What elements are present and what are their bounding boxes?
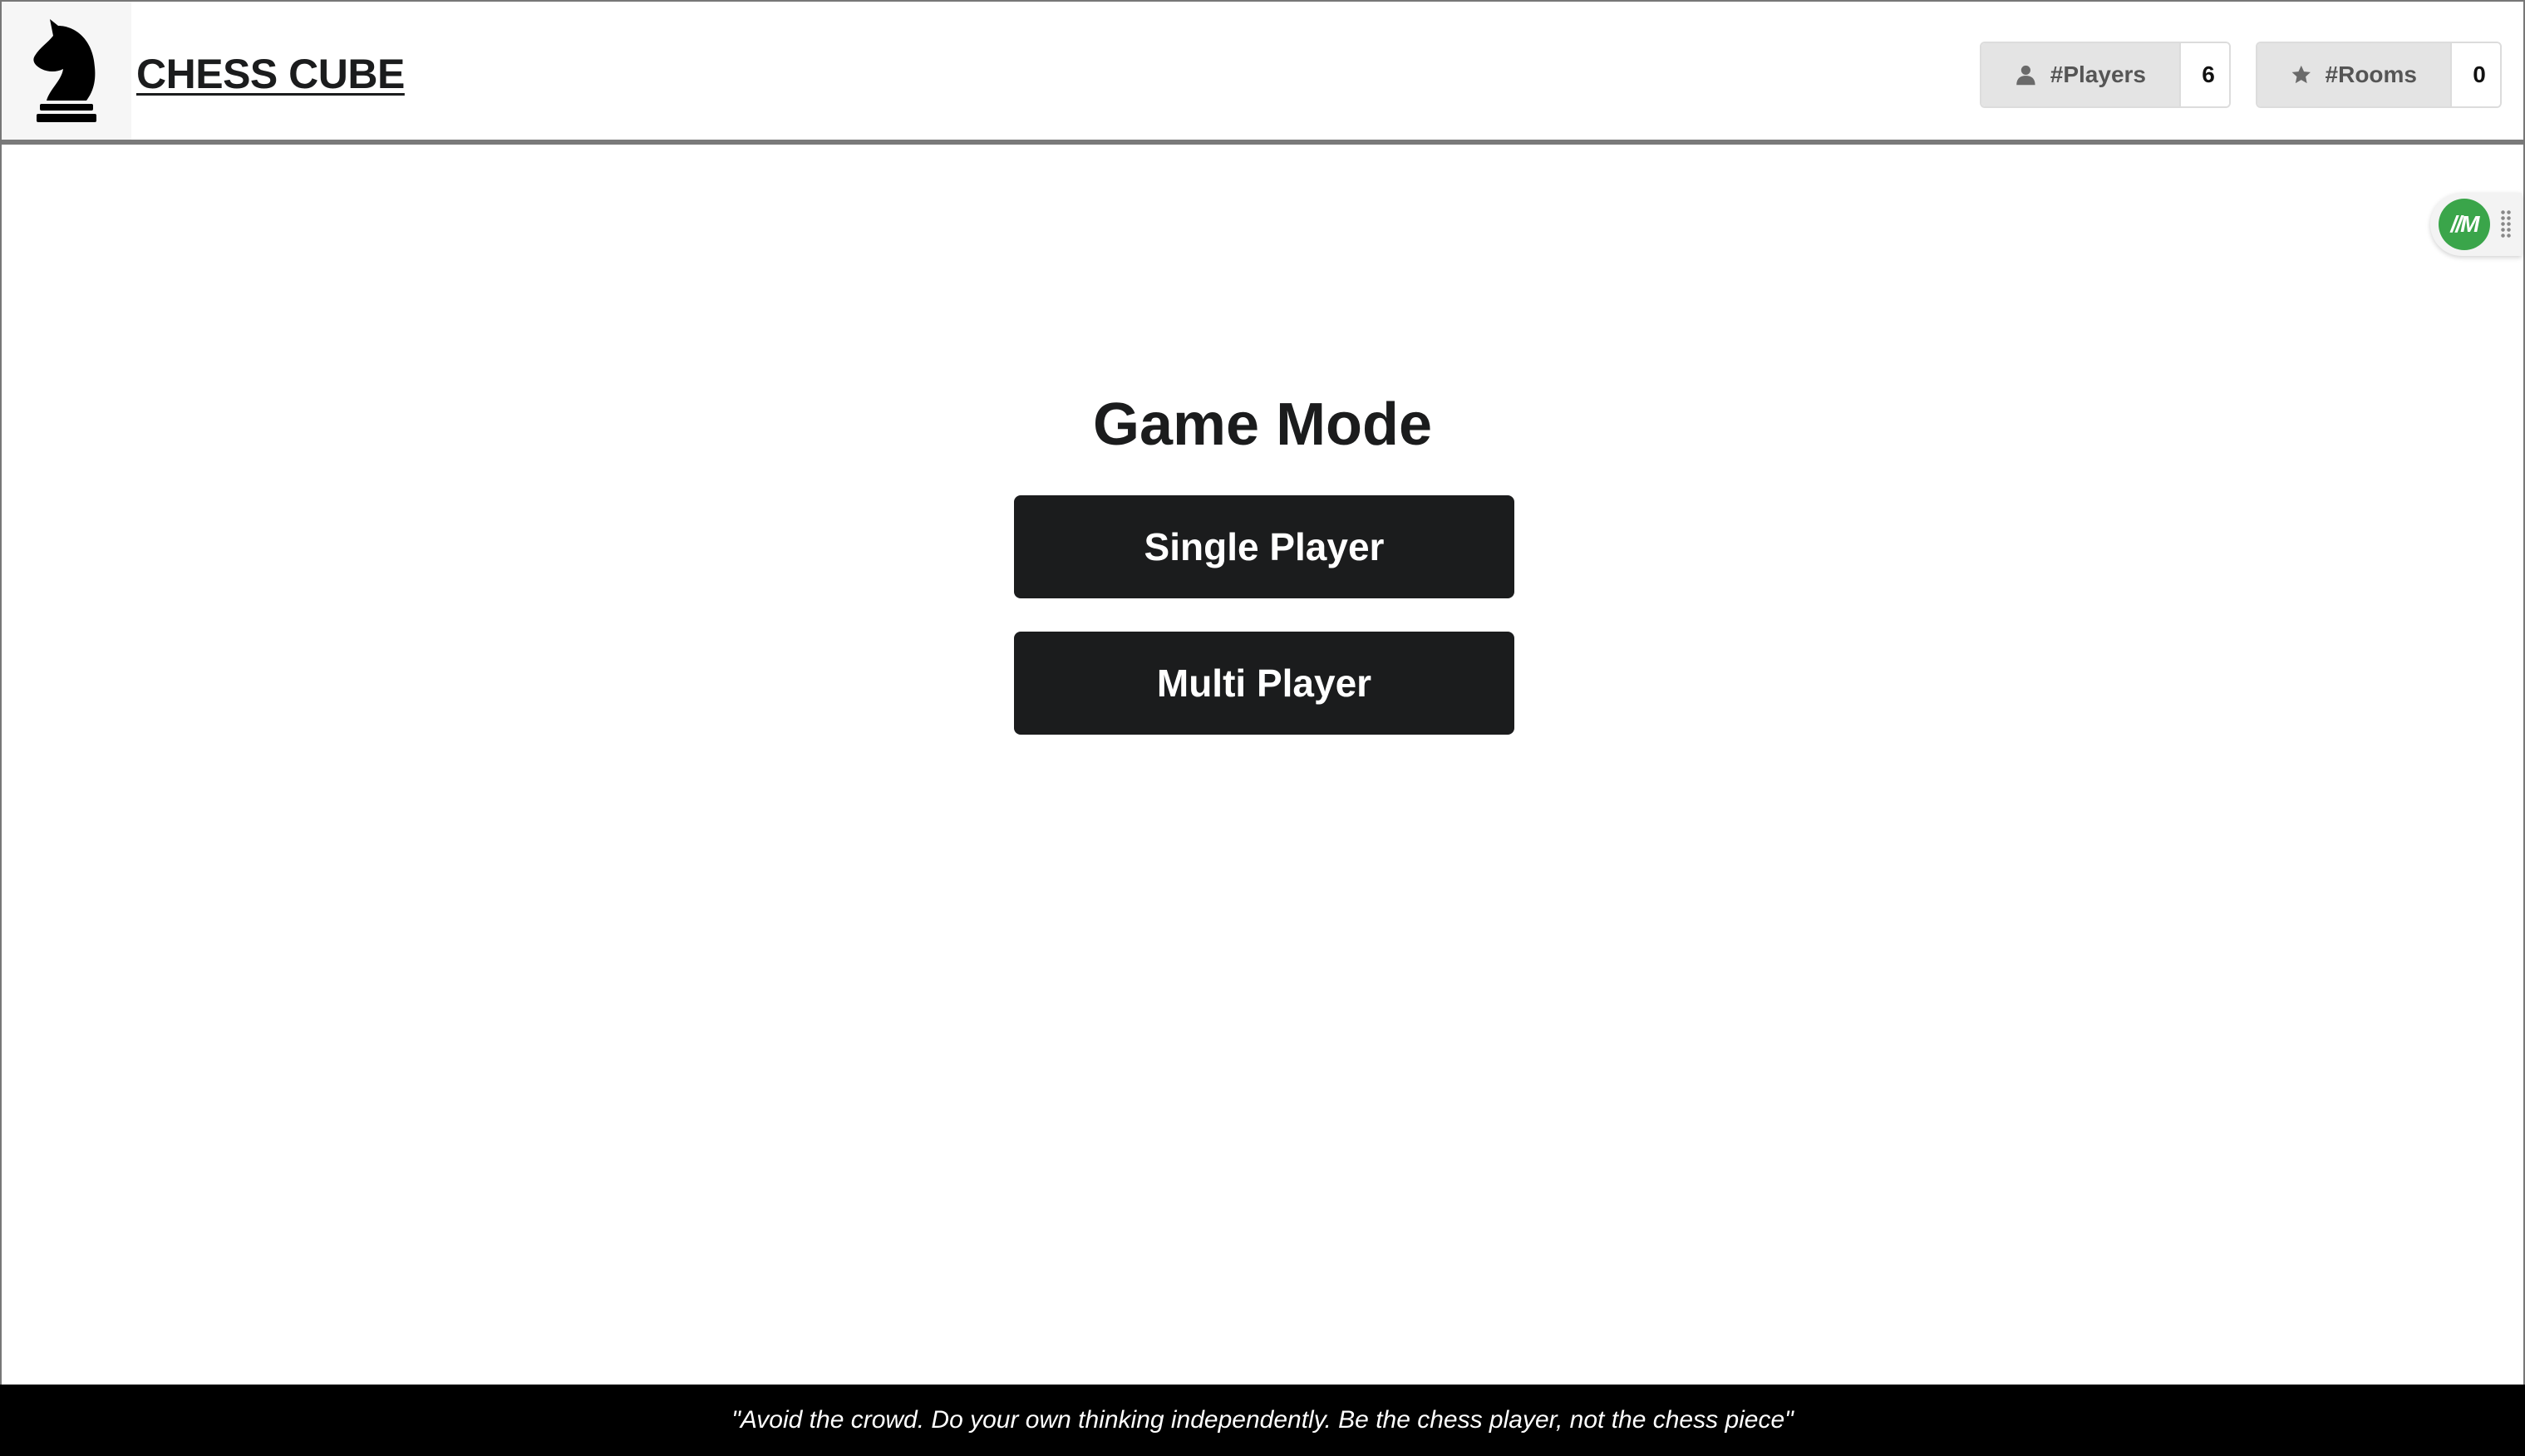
- user-icon: [2016, 65, 2035, 86]
- rooms-label-text: #Rooms: [2325, 61, 2417, 87]
- chess-knight-icon: [33, 19, 96, 122]
- brand-link[interactable]: CHESS CUBE: [136, 50, 405, 98]
- players-stat-label: #Players: [1981, 43, 2179, 106]
- star-icon: [2291, 65, 2311, 84]
- page-title: Game Mode: [1092, 391, 1433, 458]
- logo[interactable]: [2, 2, 131, 140]
- top-header: CHESS CUBE #Players 6 #Rooms 0: [2, 2, 2523, 145]
- players-stat: #Players 6: [1980, 42, 2231, 108]
- rooms-stat: #Rooms 0: [2256, 42, 2502, 108]
- page: CHESS CUBE #Players 6 #Rooms 0 //M Game …: [0, 0, 2525, 1456]
- multi-player-button[interactable]: Multi Player: [1014, 632, 1514, 735]
- extension-widget[interactable]: //M: [2430, 193, 2522, 256]
- rooms-count: 0: [2450, 43, 2500, 106]
- players-label-text: #Players: [2050, 61, 2146, 87]
- footer-quote: "Avoid the crowd. Do your own thinking i…: [731, 1406, 1794, 1434]
- single-player-button[interactable]: Single Player: [1014, 495, 1514, 598]
- footer: "Avoid the crowd. Do your own thinking i…: [0, 1385, 2525, 1456]
- extension-badge-icon[interactable]: //M: [2439, 199, 2490, 250]
- players-count: 6: [2179, 43, 2229, 106]
- drag-handle-icon[interactable]: [2500, 209, 2512, 239]
- rooms-stat-label: #Rooms: [2257, 43, 2450, 106]
